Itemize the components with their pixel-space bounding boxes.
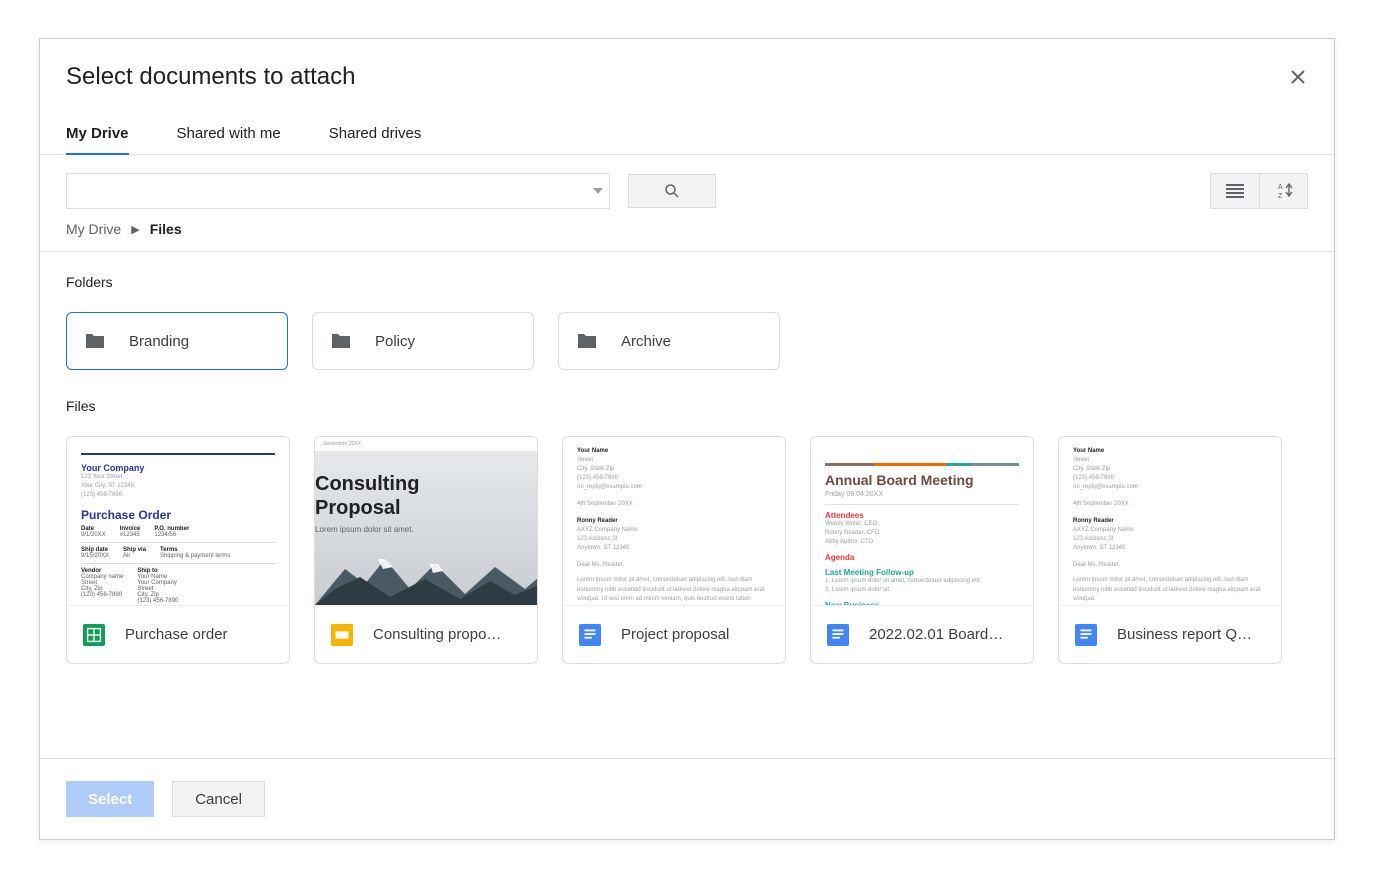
file-footer: Purchase order xyxy=(67,605,289,663)
folders-row: Branding Policy Archive xyxy=(66,312,1308,370)
slides-icon xyxy=(331,624,353,646)
sort-button[interactable]: AZ xyxy=(1259,174,1307,208)
folder-label: Branding xyxy=(129,333,189,350)
breadcrumb-current: Files xyxy=(150,221,182,237)
file-picker-modal: Select documents to attach My Drive Shar… xyxy=(39,38,1335,840)
tab-my-drive[interactable]: My Drive xyxy=(66,113,129,154)
close-icon xyxy=(1291,70,1305,84)
file-label: Consulting propo… xyxy=(373,626,501,643)
sheets-icon xyxy=(83,624,105,646)
svg-text:Z: Z xyxy=(1278,193,1283,199)
docs-icon xyxy=(827,624,849,646)
folders-section-label: Folders xyxy=(66,274,1308,290)
files-row: Your Company 123 Your StreetYour City, S… xyxy=(66,436,1308,664)
search-icon xyxy=(663,182,681,200)
content-area: Folders Branding Policy Archive Files Yo… xyxy=(40,252,1334,758)
tab-shared-with-me[interactable]: Shared with me xyxy=(177,113,281,154)
folder-archive[interactable]: Archive xyxy=(558,312,780,370)
sort-az-icon: AZ xyxy=(1275,183,1293,199)
file-footer: Business report Q… xyxy=(1059,605,1281,663)
toolbar: AZ xyxy=(40,155,1334,211)
folder-label: Policy xyxy=(375,333,415,350)
modal-title: Select documents to attach xyxy=(66,63,356,91)
folder-label: Archive xyxy=(621,333,671,350)
file-thumbnail: Your NameStreetCity, State Zip(123) 456-… xyxy=(563,437,785,605)
search-input[interactable] xyxy=(67,174,587,208)
file-thumbnail: September 20XX Consulting Proposal Lorem… xyxy=(315,437,537,605)
file-label: Purchase order xyxy=(125,626,228,643)
file-purchase-order[interactable]: Your Company 123 Your StreetYour City, S… xyxy=(66,436,290,664)
files-section-label: Files xyxy=(66,398,1308,414)
file-label: 2022.02.01 Board… xyxy=(869,626,1003,643)
list-icon xyxy=(1226,184,1244,198)
list-view-button[interactable] xyxy=(1211,174,1259,208)
tab-shared-drives[interactable]: Shared drives xyxy=(329,113,422,154)
breadcrumb-root[interactable]: My Drive xyxy=(66,221,121,237)
cancel-button[interactable]: Cancel xyxy=(172,781,265,817)
folder-icon xyxy=(83,329,107,353)
docs-icon xyxy=(1075,624,1097,646)
search-dropdown-toggle[interactable] xyxy=(587,174,609,208)
file-project-proposal[interactable]: Your NameStreetCity, State Zip(123) 456-… xyxy=(562,436,786,664)
file-board-meeting[interactable]: Annual Board Meeting Friday 09.04.20XX A… xyxy=(810,436,1034,664)
select-button[interactable]: Select xyxy=(66,781,154,817)
file-label: Business report Q… xyxy=(1117,626,1252,643)
file-footer: 2022.02.01 Board… xyxy=(811,605,1033,663)
view-controls: AZ xyxy=(1210,173,1308,209)
file-thumbnail: Your Company 123 Your StreetYour City, S… xyxy=(67,437,289,605)
close-button[interactable] xyxy=(1288,67,1308,87)
tabs: My Drive Shared with me Shared drives xyxy=(40,113,1334,155)
search-button[interactable] xyxy=(628,174,716,208)
file-footer: Project proposal xyxy=(563,605,785,663)
file-consulting-proposal[interactable]: September 20XX Consulting Proposal Lorem… xyxy=(314,436,538,664)
folder-policy[interactable]: Policy xyxy=(312,312,534,370)
docs-icon xyxy=(579,624,601,646)
caret-down-icon xyxy=(593,188,603,194)
folder-icon xyxy=(575,329,599,353)
modal-header: Select documents to attach xyxy=(40,39,1334,113)
file-thumbnail: Your NameStreetCity, State Zip(123) 456-… xyxy=(1059,437,1281,605)
file-footer: Consulting propo… xyxy=(315,605,537,663)
breadcrumb: My Drive ▶ Files xyxy=(40,211,1334,251)
modal-footer: Select Cancel xyxy=(40,758,1334,839)
search-field-wrap xyxy=(66,173,610,209)
file-label: Project proposal xyxy=(621,626,729,643)
folder-branding[interactable]: Branding xyxy=(66,312,288,370)
file-thumbnail: Annual Board Meeting Friday 09.04.20XX A… xyxy=(811,437,1033,605)
file-business-report[interactable]: Your NameStreetCity, State Zip(123) 456-… xyxy=(1058,436,1282,664)
chevron-right-icon: ▶ xyxy=(131,223,139,236)
svg-text:A: A xyxy=(1278,184,1283,191)
mountains-graphic xyxy=(315,549,537,605)
folder-icon xyxy=(329,329,353,353)
